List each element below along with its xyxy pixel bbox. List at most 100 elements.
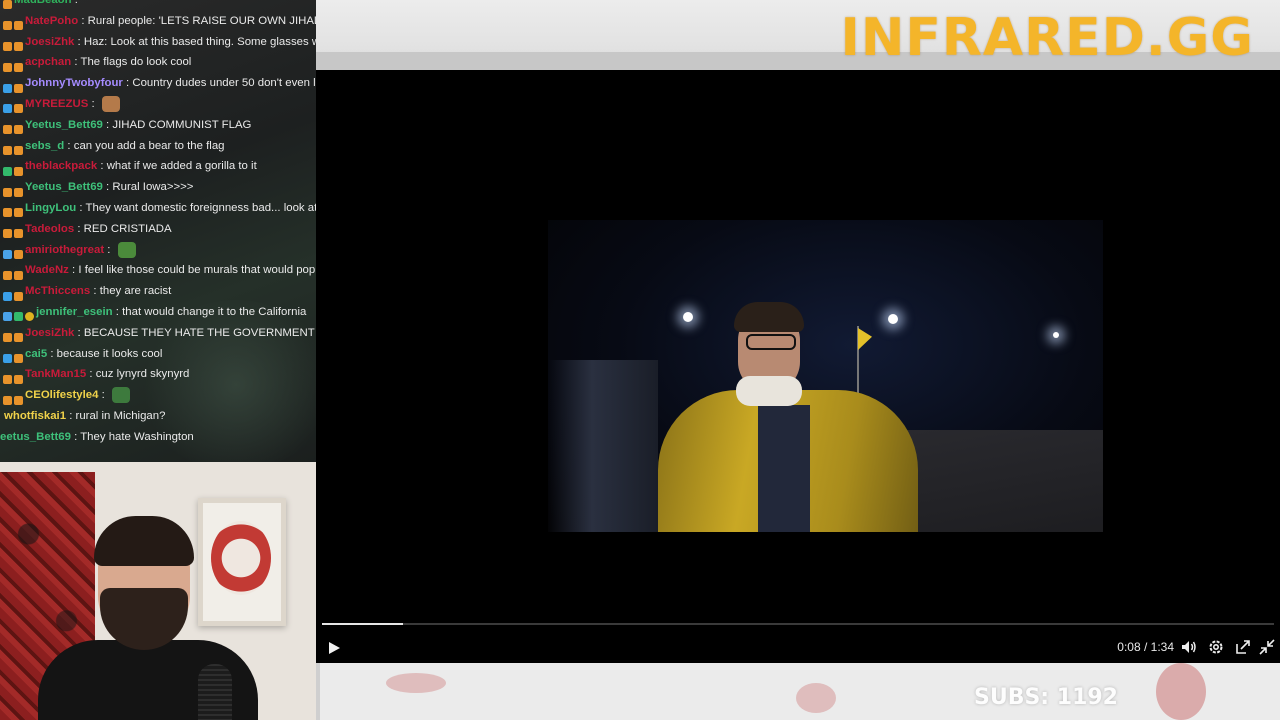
chat-username[interactable]: NatePoho — [25, 15, 78, 27]
chat-username[interactable]: WadeNz — [25, 264, 69, 276]
chat-username[interactable]: CEOlifestyle4 — [25, 389, 98, 401]
prime-badge-icon — [3, 312, 12, 322]
gift-badge-icon — [14, 146, 23, 156]
progress-fill — [322, 623, 403, 625]
chat-separator: : — [47, 347, 57, 360]
chat-message: Yeetus_Bett69 : Rural Iowa>>>> — [0, 177, 316, 197]
chat-username[interactable]: JoesiZhk — [25, 327, 74, 339]
chat-text: I feel like those could be murals that w… — [78, 264, 316, 277]
video-frame[interactable] — [548, 220, 1103, 532]
paint-splat — [1156, 663, 1206, 720]
chat-separator: : — [86, 368, 96, 381]
chat-message: McThiccens : they are racist — [0, 281, 316, 301]
chat-username[interactable]: jennifer_esein — [36, 306, 113, 318]
chat-message: acpchan : The flags do look cool — [0, 52, 316, 72]
chat-username[interactable]: TankMan15 — [25, 368, 86, 380]
green-badge-icon — [3, 166, 12, 176]
chat-message: Tadeolos : RED CRISTIADA — [0, 219, 316, 239]
chat-username[interactable]: JoesiZhk — [25, 36, 74, 48]
gift-badge-icon — [3, 146, 12, 156]
gift-badge-icon — [3, 208, 12, 218]
chat-message: eetus_Bett69 : They hate Washington — [0, 427, 316, 447]
chat-badges — [3, 224, 25, 239]
chat-separator: : — [122, 77, 133, 90]
chat-separator: : — [78, 14, 88, 27]
gift-badge-icon — [14, 395, 23, 405]
street-light — [1053, 332, 1059, 338]
chat-panel[interactable]: MauBeaon : NatePoho : Rural people: 'LET… — [0, 0, 316, 462]
chat-username[interactable]: theblackpack — [25, 160, 97, 172]
chat-badges — [3, 307, 36, 322]
chat-text: RED CRISTIADA — [83, 222, 172, 235]
green-badge-icon — [14, 312, 23, 322]
chat-username[interactable]: MYREEZUS — [25, 98, 88, 110]
gift-badge-icon — [3, 62, 12, 72]
chat-text: cuz lynyrd skynyrd — [95, 368, 190, 381]
chat-username[interactable]: whotfiskai1 — [4, 410, 66, 422]
chat-username[interactable]: McThiccens — [25, 285, 90, 297]
gear-icon — [1209, 640, 1223, 654]
gift-badge-icon — [14, 291, 23, 301]
brand-logo-text: INFRARED.GG — [840, 8, 1254, 68]
gift-badge-icon — [14, 208, 23, 218]
chat-username[interactable]: Yeetus_Bett69 — [25, 181, 103, 193]
fullscreen-button[interactable] — [1258, 638, 1276, 656]
gift-badge-icon — [14, 125, 23, 135]
chat-message: WadeNz : I feel like those could be mura… — [0, 260, 316, 280]
popout-button[interactable] — [1234, 638, 1252, 656]
chat-separator: : — [97, 160, 107, 173]
chat-badges — [3, 203, 25, 218]
chat-message: MYREEZUS : — [0, 94, 316, 114]
gift-badge-icon — [3, 374, 12, 384]
chat-username[interactable]: cai5 — [25, 348, 47, 360]
emote-icon — [111, 387, 130, 404]
chat-badges — [3, 349, 25, 364]
chat-text: The flags do look cool — [80, 56, 192, 69]
blue-badge-icon — [3, 83, 12, 93]
chat-separator: : — [102, 181, 113, 194]
play-button[interactable] — [324, 638, 344, 658]
chat-username[interactable]: Tadeolos — [25, 223, 74, 235]
glasses — [746, 334, 796, 350]
chat-username[interactable]: eetus_Bett69 — [0, 431, 71, 443]
chat-badges — [3, 182, 25, 197]
chat-separator: : — [66, 410, 76, 422]
gift-badge-icon — [14, 83, 23, 93]
progress-bar[interactable] — [322, 623, 1274, 625]
gift-badge-icon — [3, 42, 12, 52]
chat-username[interactable]: MauBeaon — [14, 0, 72, 6]
paint-splat — [796, 683, 836, 713]
chat-username[interactable]: LingyLou — [25, 202, 76, 214]
chat-username[interactable]: JohnnyTwobyfour — [25, 77, 123, 89]
chat-badges — [3, 245, 25, 260]
chat-text: They want domestic foreignness bad... lo… — [85, 202, 316, 214]
chat-text: they are racist — [99, 285, 172, 298]
chat-username[interactable]: sebs_d — [25, 140, 64, 152]
chat-separator: : — [71, 56, 81, 69]
coin-badge-icon — [25, 312, 34, 322]
chat-text: Rural Iowa>>>> — [112, 181, 194, 194]
chat-badges — [3, 141, 25, 156]
chat-username[interactable]: acpchan — [25, 56, 71, 68]
video-player[interactable]: 0:08 / 1:34 — [316, 70, 1280, 663]
chat-badges — [3, 390, 25, 405]
volume-button[interactable] — [1180, 638, 1198, 656]
man-hair — [734, 302, 804, 332]
chat-separator: : — [102, 118, 113, 131]
chat-message: whotfiskai1 : rural in Michigan? — [0, 406, 316, 426]
streamer-hair — [94, 516, 194, 566]
blue-badge-icon — [3, 104, 12, 114]
chat-username[interactable]: amiriothegreat — [25, 244, 104, 256]
settings-button[interactable] — [1207, 638, 1225, 656]
chat-text: rural in Michigan? — [75, 410, 166, 422]
subscriber-count: SUBS: 1192 — [973, 685, 1118, 710]
gift-badge-icon — [14, 250, 23, 260]
gift-badge-icon — [14, 270, 23, 280]
gift-badge-icon — [14, 62, 23, 72]
gift-badge-icon — [3, 229, 12, 239]
chat-username[interactable]: Yeetus_Bett69 — [25, 119, 103, 131]
chat-message: NatePoho : Rural people: 'LETS RAISE OUR… — [0, 11, 316, 31]
gift-badge-icon — [3, 333, 12, 343]
chat-message: JohnnyTwobyfour : Country dudes under 50… — [0, 73, 316, 93]
chat-text: Haz: Look at this based thing. Some glas… — [83, 35, 316, 48]
